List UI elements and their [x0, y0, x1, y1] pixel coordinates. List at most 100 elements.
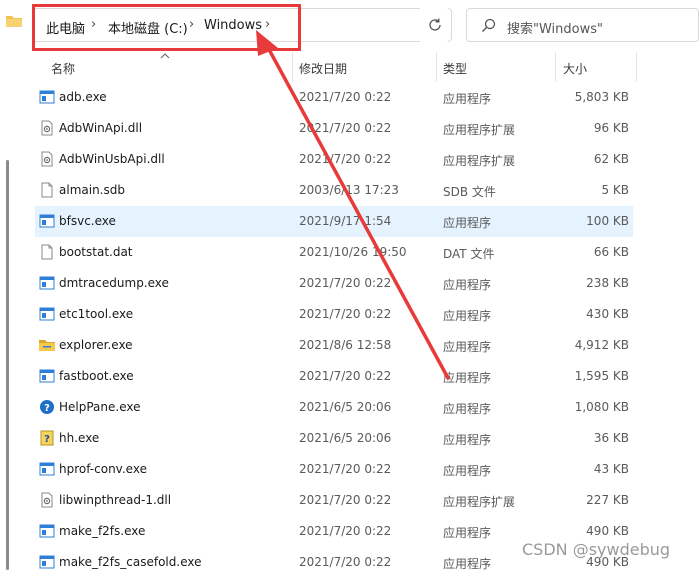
- column-header-date[interactable]: 修改日期: [299, 60, 347, 77]
- file-size: 5 KB: [601, 183, 629, 197]
- file-type: SDB 文件: [443, 185, 496, 199]
- file-modified-date: 2021/6/5 20:06: [299, 400, 392, 414]
- exe-icon: [39, 89, 55, 105]
- exe-icon: [39, 368, 55, 384]
- column-divider[interactable]: [292, 52, 293, 82]
- file-row[interactable]: AdbWinUsbApi.dll 2021/7/20 0:22 应用程序扩展 62 K…: [35, 144, 633, 175]
- file-modified-date: 2021/9/17 1:54: [299, 214, 392, 228]
- file-name: hh.exe: [59, 431, 100, 445]
- file-type: 应用程序: [443, 557, 492, 571]
- file-modified-date: 2021/8/6 12:58: [299, 338, 392, 352]
- address-bar[interactable]: 此电脑 › 本地磁盘 (C:) › Windows ›: [32, 8, 452, 42]
- file-type: 应用程序: [443, 92, 492, 106]
- file-size: 62 KB: [593, 152, 629, 166]
- file-name: almain.sdb: [59, 183, 125, 197]
- exe-icon: [39, 461, 55, 477]
- file-name: hprof-conv.exe: [59, 462, 147, 476]
- file-size: 430 KB: [586, 307, 629, 321]
- file-size: 5,803 KB: [574, 90, 629, 104]
- svg-text:?: ?: [44, 434, 50, 445]
- file-size: 96 KB: [593, 121, 629, 135]
- file-name: bootstat.dat: [59, 245, 133, 259]
- file-size: 1,080 KB: [574, 400, 629, 414]
- refresh-button[interactable]: [420, 8, 450, 42]
- exe-icon: [39, 275, 55, 291]
- file-name: bfsvc.exe: [59, 214, 116, 228]
- file-row[interactable]: AdbWinApi.dll 2021/7/20 0:22 应用程序扩展 96 KB: [35, 113, 633, 144]
- file-size: 66 KB: [593, 245, 629, 259]
- file-row[interactable]: dmtracedump.exe 2021/7/20 0:22 应用程序 238 KB: [35, 268, 633, 299]
- file-row[interactable]: libwinpthread-1.dll 2021/7/20 0:22 应用程序扩展 2…: [35, 485, 633, 516]
- hh-icon: ?: [39, 430, 55, 446]
- file-modified-date: 2021/7/20 0:22: [299, 276, 392, 290]
- sort-ascending-icon: [160, 51, 170, 62]
- dll-icon: [39, 120, 55, 136]
- file-row[interactable]: bootstat.dat 2021/10/26 19:50 DAT 文件 66 KB: [35, 237, 633, 268]
- file-modified-date: 2021/10/26 19:50: [299, 245, 407, 259]
- file-name: make_f2fs.exe: [59, 524, 146, 538]
- file-type: 应用程序: [443, 216, 492, 230]
- file-icon: [39, 244, 55, 260]
- search-box[interactable]: 搜索"Windows": [466, 8, 699, 42]
- watermark-text: CSDN @sywdebug: [522, 540, 671, 559]
- file-modified-date: 2021/7/20 0:22: [299, 555, 392, 569]
- file-row[interactable]: fastboot.exe 2021/7/20 0:22 应用程序 1,595 KB: [35, 361, 633, 392]
- breadcrumb-this-pc[interactable]: 此电脑: [46, 18, 85, 37]
- file-modified-date: 2003/6/13 17:23: [299, 183, 399, 197]
- explorer-icon: [39, 337, 55, 353]
- breadcrumb-local-disk[interactable]: 本地磁盘 (C:): [108, 18, 188, 37]
- file-row[interactable]: ? hh.exe 2021/6/5 20:06 应用程序 36 KB: [35, 423, 633, 454]
- file-row[interactable]: almain.sdb 2003/6/13 17:23 SDB 文件 5 KB: [35, 175, 633, 206]
- column-header-size[interactable]: 大小: [563, 60, 587, 77]
- file-row[interactable]: hprof-conv.exe 2021/7/20 0:22 应用程序 43 KB: [35, 454, 633, 485]
- file-size: 238 KB: [586, 276, 629, 290]
- file-row[interactable]: bfsvc.exe 2021/9/17 1:54 应用程序 100 KB: [35, 206, 633, 237]
- exe-icon: [39, 523, 55, 539]
- file-type: 应用程序: [443, 433, 492, 447]
- column-divider[interactable]: [436, 52, 437, 82]
- help-icon: ?: [39, 399, 55, 415]
- file-type: 应用程序: [443, 309, 492, 323]
- exe-icon: [39, 306, 55, 322]
- file-type: 应用程序扩展: [443, 123, 516, 137]
- chevron-right-icon[interactable]: ›: [189, 17, 194, 32]
- file-name: libwinpthread-1.dll: [59, 493, 172, 507]
- column-header-row: 名称 修改日期 类型 大小: [0, 52, 699, 82]
- file-modified-date: 2021/7/20 0:22: [299, 462, 392, 476]
- folder-icon: [6, 16, 22, 27]
- file-modified-date: 2021/7/20 0:22: [299, 152, 392, 166]
- file-row[interactable]: adb.exe 2021/7/20 0:22 应用程序 5,803 KB: [35, 82, 633, 113]
- file-name: explorer.exe: [59, 338, 133, 352]
- file-type: 应用程序: [443, 402, 492, 416]
- scrollbar-thumb[interactable]: [6, 160, 9, 570]
- file-size: 490 KB: [586, 524, 629, 538]
- file-modified-date: 2021/7/20 0:22: [299, 90, 392, 104]
- file-type: 应用程序扩展: [443, 154, 516, 168]
- file-name: adb.exe: [59, 90, 107, 104]
- file-row[interactable]: ? HelpPane.exe 2021/6/5 20:06 应用程序 1,080 KB: [35, 392, 633, 423]
- column-divider[interactable]: [555, 52, 556, 82]
- column-divider[interactable]: [636, 52, 637, 82]
- file-type: 应用程序: [443, 371, 492, 385]
- column-header-name[interactable]: 名称: [51, 60, 75, 77]
- file-modified-date: 2021/6/5 20:06: [299, 431, 392, 445]
- file-size: 4,912 KB: [574, 338, 629, 352]
- file-size: 1,595 KB: [574, 369, 629, 383]
- chevron-right-icon[interactable]: ›: [265, 17, 270, 32]
- file-size: 43 KB: [593, 462, 629, 476]
- navigation-pane-edge: [0, 52, 20, 572]
- file-size: 227 KB: [586, 493, 629, 507]
- file-name: HelpPane.exe: [59, 400, 141, 414]
- file-modified-date: 2021/7/20 0:22: [299, 369, 392, 383]
- column-header-type[interactable]: 类型: [443, 60, 467, 77]
- breadcrumb-windows[interactable]: Windows: [204, 18, 262, 33]
- search-icon: [482, 18, 496, 32]
- file-size: 36 KB: [593, 431, 629, 445]
- file-size: 100 KB: [586, 214, 629, 228]
- file-type: 应用程序: [443, 464, 492, 478]
- file-row[interactable]: etc1tool.exe 2021/7/20 0:22 应用程序 430 KB: [35, 299, 633, 330]
- file-row[interactable]: explorer.exe 2021/8/6 12:58 应用程序 4,912 KB: [35, 330, 633, 361]
- search-placeholder: 搜索"Windows": [507, 22, 603, 37]
- file-modified-date: 2021/7/20 0:22: [299, 307, 392, 321]
- chevron-right-icon[interactable]: ›: [91, 17, 96, 32]
